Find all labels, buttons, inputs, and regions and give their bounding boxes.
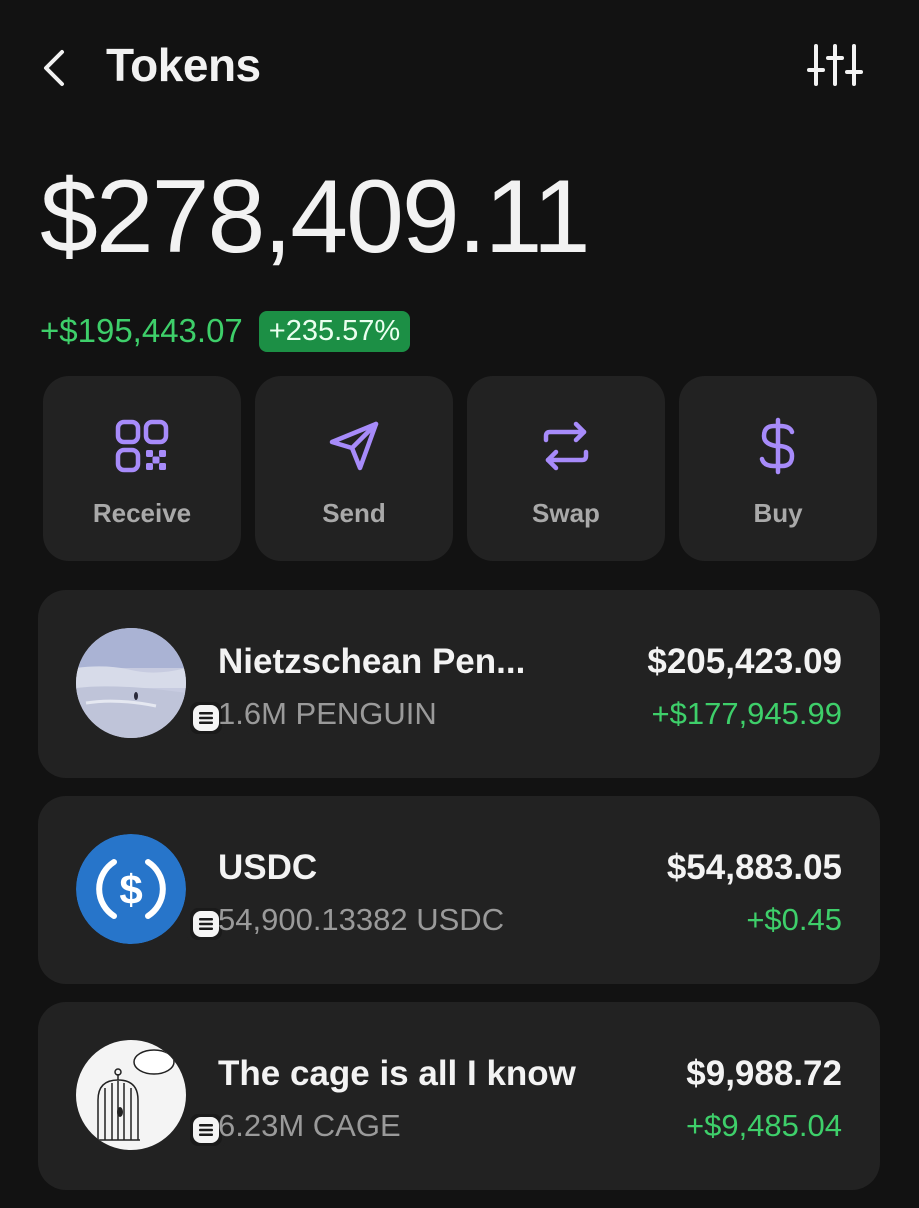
- token-value: $54,883.05: [666, 848, 842, 887]
- token-change: +$9,485.04: [685, 1108, 842, 1143]
- change-percent-badge: +235.57%: [258, 310, 411, 352]
- swap-icon: [538, 416, 594, 476]
- change-amount: +$195,443.07: [40, 312, 243, 349]
- token-row-penguin[interactable]: Nietzschean Pen... 1.6M PENGUIN $205,423…: [38, 590, 880, 778]
- swap-label: Swap: [532, 498, 600, 528]
- token-value: $205,423.09: [647, 642, 842, 681]
- token-amount: 1.6M PENGUIN: [218, 696, 437, 731]
- action-row: Receive Send Swap Buy: [43, 376, 877, 561]
- token-change: +$0.45: [746, 902, 842, 937]
- token-name: Nietzschean Pen...: [218, 642, 526, 681]
- token-name: USDC: [218, 848, 318, 887]
- usdc-icon: $: [76, 834, 186, 944]
- token-value: $9,988.72: [686, 1054, 842, 1093]
- penguin-token-avatar: [76, 628, 186, 738]
- back-button[interactable]: [40, 42, 80, 94]
- token-change: +$177,945.99: [651, 696, 843, 731]
- cage-token-avatar: [76, 1040, 186, 1150]
- swap-button[interactable]: Swap: [467, 376, 665, 561]
- receive-button[interactable]: Receive: [43, 376, 241, 561]
- token-amount: 6.23M CAGE: [218, 1108, 401, 1143]
- send-label: Send: [322, 498, 386, 528]
- token-row-cage[interactable]: The cage is all I know 6.23M CAGE $9,988…: [38, 1002, 880, 1190]
- header: Tokens: [0, 0, 919, 140]
- send-button[interactable]: Send: [255, 376, 453, 561]
- send-icon: [326, 416, 382, 476]
- token-list: Nietzschean Pen... 1.6M PENGUIN $205,423…: [38, 590, 880, 1208]
- buy-label: Buy: [753, 498, 803, 528]
- dollar-icon: [750, 416, 806, 476]
- qr-code-icon: [114, 416, 170, 476]
- chevron-left-icon: [44, 50, 64, 86]
- token-amount: 54,900.13382 USDC: [218, 902, 505, 937]
- portfolio-balance: $278,409.11: [40, 159, 591, 275]
- portfolio-change: +$195,443.07 +235.57%: [40, 308, 411, 354]
- sliders-icon: [807, 44, 863, 86]
- receive-label: Receive: [92, 498, 192, 528]
- page-title: Tokens: [106, 39, 261, 91]
- svg-text:$: $: [119, 866, 142, 913]
- token-row-usdc[interactable]: $ USDC 54,900.13382 USDC $54,883.05 +$0.…: [38, 796, 880, 984]
- buy-button[interactable]: Buy: [679, 376, 877, 561]
- token-name: The cage is all I know: [218, 1054, 576, 1093]
- filter-button[interactable]: [806, 40, 864, 90]
